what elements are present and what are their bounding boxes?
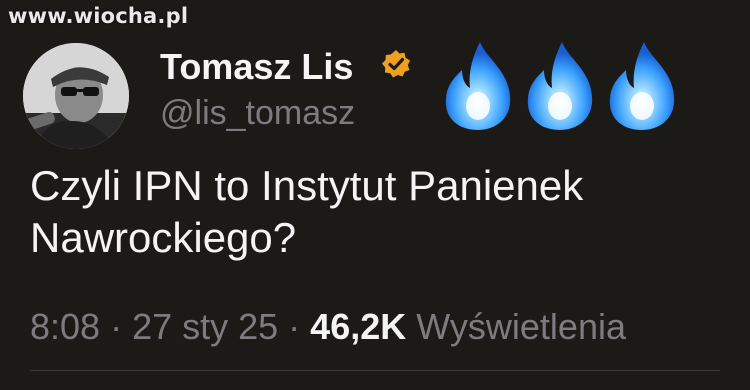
tweet-text: Czyli IPN to Instytut Panienek Nawrockie… [30,162,584,261]
blue-flame-icon [527,42,593,130]
tweet-time[interactable]: 8:08 [30,306,100,347]
blue-flame-icon [445,42,511,130]
avatar[interactable] [23,43,129,149]
views-count[interactable]: 46,2K [310,306,406,347]
watermark: www.wiocha.pl [8,4,189,28]
author-handle[interactable]: @lis_tomasz [160,94,355,133]
meta-separator: · [100,306,133,347]
flame-emoji-group [440,40,680,132]
divider [30,370,720,371]
verified-badge-icon [382,50,410,78]
author-name[interactable]: Tomasz Lis [160,46,353,88]
tweet-date[interactable]: 27 sty 25 [132,306,278,347]
blue-flame-icon [609,42,675,130]
views-label: Wyświetlenia [406,306,626,347]
tweet-meta: 8:08 · 27 sty 25 · 46,2K Wyświetlenia [30,306,626,348]
meta-separator: · [278,306,311,347]
avatar-photo-icon [23,43,129,149]
